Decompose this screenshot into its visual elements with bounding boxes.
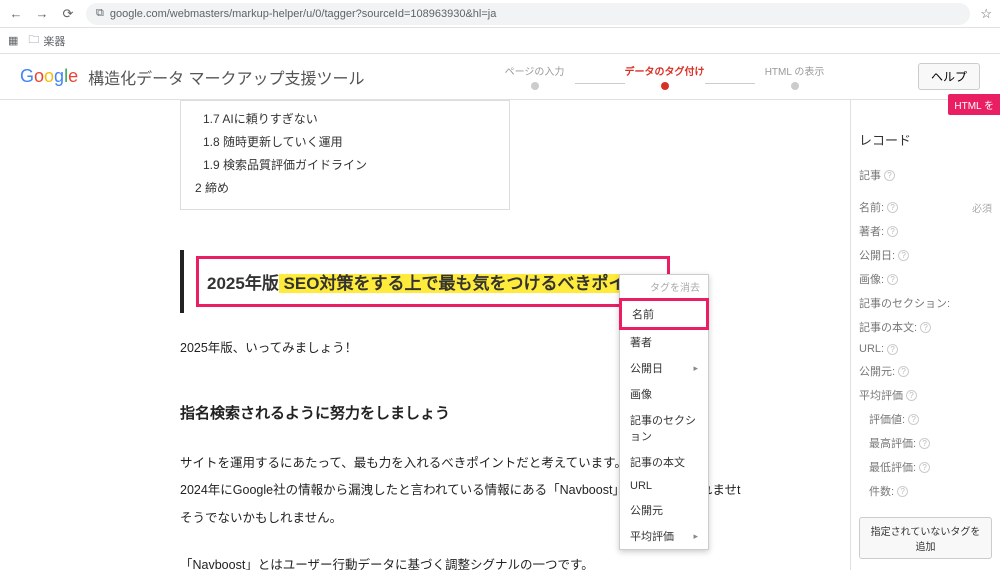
google-logo: Google [20,66,78,87]
toc-item[interactable]: 1.9 検索品質評価ガイドライン [181,153,509,176]
url-bar[interactable]: ⧉ google.com/webmasters/markup-helper/u/… [86,3,970,25]
bookmark-folder[interactable]: 🗀 楽器 [28,31,65,50]
menu-item-url[interactable]: URL [620,475,708,497]
add-missing-tag-button[interactable]: 指定されていないタグを追加 [859,517,992,559]
help-icon[interactable]: ? [887,202,898,213]
menu-item-publisher[interactable]: 公開元 [620,497,708,523]
menu-item-date[interactable]: 公開日▸ [620,355,708,381]
panel-row-image: 画像:? [859,267,992,291]
html-output-button[interactable]: HTML を [948,94,1000,115]
help-button[interactable]: ヘルプ [918,63,980,90]
toc-item[interactable]: 1.8 随時更新していく運用 [181,130,509,153]
menu-header[interactable]: タグを消去 [620,275,708,299]
side-panel: HTML を レコード 記事? 名前:?必須 著者:? 公開日:? 画像:? 記… [850,100,1000,570]
url-text: google.com/webmasters/markup-helper/u/0/… [110,8,496,20]
help-icon[interactable]: ? [898,366,909,377]
menu-item-rating[interactable]: 平均評価▸ [620,523,708,549]
panel-row-publisher: 公開元:? [859,359,992,383]
menu-item-section[interactable]: 記事のセクション [620,407,708,449]
menu-item-image[interactable]: 画像 [620,381,708,407]
help-icon[interactable]: ? [884,170,895,181]
site-info-icon[interactable]: ⧉ [96,7,104,20]
menu-item-body[interactable]: 記事の本文 [620,449,708,475]
forward-icon[interactable]: → [34,6,50,22]
help-icon[interactable]: ? [920,322,931,333]
panel-row-body: 記事の本文:? [859,315,992,339]
panel-row-rating: 平均評価? [859,383,992,407]
content-area: 1.7 AIに頼りすぎない 1.8 随時更新していく運用 1.9 検索品質評価ガ… [0,100,850,570]
folder-icon: 🗀 [28,31,39,50]
stepper: ページの入力 データのタグ付け HTML の表示 [495,63,835,90]
panel-title: レコード [859,130,992,149]
step-2[interactable]: データのタグ付け [625,63,705,90]
help-icon[interactable]: ? [919,438,930,449]
panel-row-section: 記事のセクション: [859,291,992,315]
chevron-right-icon: ▸ [693,363,698,374]
panel-row-rating-value: 評価値:? [859,407,992,431]
panel-row-rating-best: 最高評価:? [859,431,992,455]
apps-icon[interactable]: ▦ [8,34,18,47]
selection-highlight[interactable]: 2025年版 SEO対策をする上で最も気をつけるべきポイント [196,256,670,307]
menu-item-name[interactable]: 名前 [619,298,709,330]
article-body: 2025年版、いってみましょう！ 指名検索されるように努力をしましょう サイトを… [180,335,850,570]
help-icon[interactable]: ? [898,250,909,261]
bookmark-star-icon[interactable]: ☆ [980,6,992,22]
help-icon[interactable]: ? [887,344,898,355]
reload-icon[interactable]: ⟳ [60,6,76,22]
help-icon[interactable]: ? [897,486,908,497]
help-icon[interactable]: ? [887,274,898,285]
article-heading: 2025年版 SEO対策をする上で最も気をつけるべきポイント [180,250,850,313]
help-icon[interactable]: ? [919,462,930,473]
panel-row-author: 著者:? [859,219,992,243]
panel-row-rating-worst: 最低評価:? [859,455,992,479]
context-menu: タグを消去 名前 著者 公開日▸ 画像 記事のセクション 記事の本文 URL 公… [619,274,709,550]
chevron-right-icon: ▸ [693,531,698,542]
toc-item[interactable]: 2 締め [181,176,509,199]
panel-row-rating-count: 件数:? [859,479,992,503]
back-icon[interactable]: ← [8,6,24,22]
panel-row-url: URL:? [859,339,992,359]
highlighted-text: SEO対策をする上で最も気をつけるべきポイント [279,274,660,293]
panel-row-date: 公開日:? [859,243,992,267]
toc-item[interactable]: 1.7 AIに頼りすぎない [181,107,509,130]
toc-box: 1.7 AIに頼りすぎない 1.8 随時更新していく運用 1.9 検索品質評価ガ… [180,100,510,210]
step-1[interactable]: ページの入力 [495,63,575,90]
sub-heading: 指名検索されるように努力をしましょう [180,397,850,430]
panel-row-name: 名前:?必須 [859,195,992,219]
step-3[interactable]: HTML の表示 [755,63,835,90]
panel-type: 記事? [859,163,992,187]
menu-item-author[interactable]: 著者 [620,329,708,355]
help-icon[interactable]: ? [887,226,898,237]
help-icon[interactable]: ? [908,414,919,425]
help-icon[interactable]: ? [906,390,917,401]
tool-title: 構造化データ マークアップ支援ツール [88,65,364,89]
